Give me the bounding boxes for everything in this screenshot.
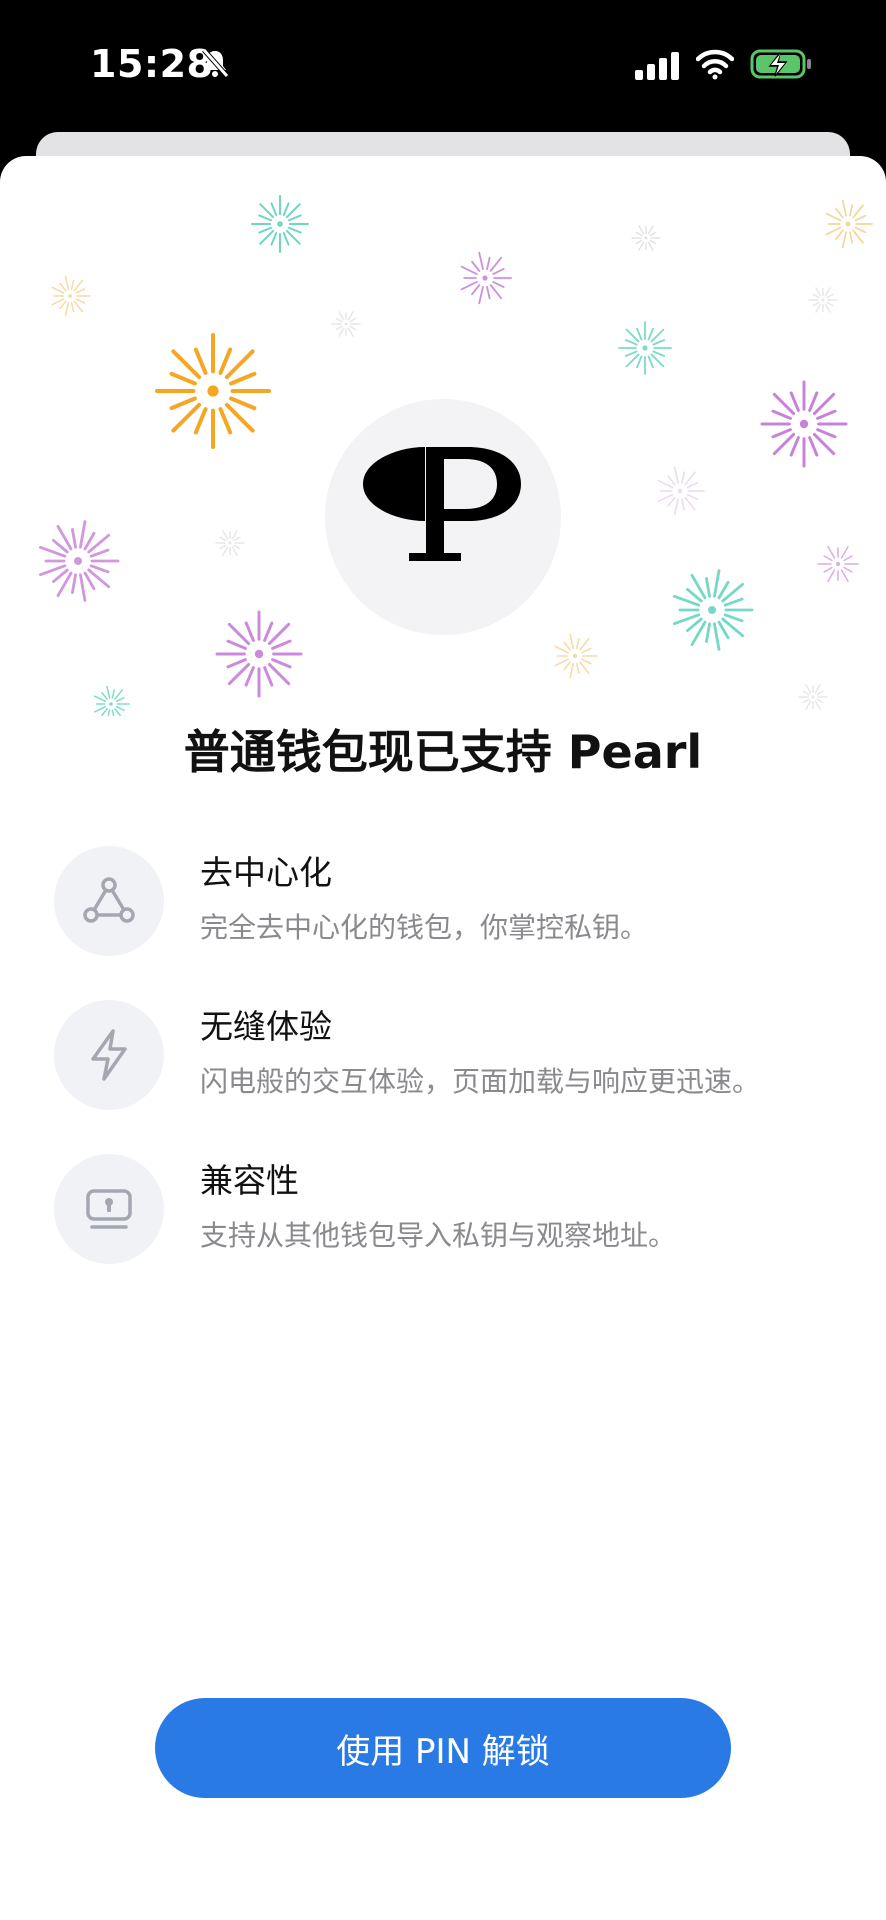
- lightning-icon: [54, 1000, 164, 1110]
- firework-burst: [460, 251, 512, 305]
- firework-burst: [38, 520, 120, 602]
- battery-charging-icon: [750, 49, 811, 79]
- pearl-logo: [325, 399, 561, 635]
- pearl-logo-icon: [363, 447, 521, 561]
- firework-burst: [672, 569, 754, 651]
- feature-description: 闪电般的交互体验，页面加载与响应更迅速。: [200, 1065, 761, 1098]
- firework-burst: [657, 466, 705, 516]
- status-bar: 15:28: [0, 0, 886, 130]
- feature-description: 完全去中心化的钱包，你掌控私钥。: [200, 911, 649, 944]
- feature-seamless: 无缝体验 闪电般的交互体验，页面加载与响应更迅速。: [54, 1000, 854, 1120]
- firework-burst: [155, 333, 271, 449]
- firework-burst: [215, 610, 303, 698]
- firework-burst: [94, 685, 130, 716]
- feature-compatibility: 兼容性 支持从其他钱包导入私钥与观察地址。: [54, 1154, 854, 1274]
- network-icon: [54, 846, 164, 956]
- firework-burst: [825, 199, 873, 249]
- firework-burst: [554, 633, 598, 679]
- firework-burst: [251, 195, 309, 253]
- firework-burst: [618, 321, 672, 375]
- cellular-signal-icon: [635, 52, 679, 80]
- firework-burst: [215, 530, 245, 556]
- feature-title: 去中心化: [200, 853, 332, 892]
- headline: 普通钱包现已支持 Pearl: [183, 725, 703, 779]
- status-time: 15:28: [90, 42, 214, 86]
- wifi-icon: [696, 49, 734, 80]
- unlock-with-pin-button[interactable]: 使用 PIN 解锁: [155, 1698, 731, 1798]
- firework-burst: [631, 225, 661, 251]
- bell-muted-icon: [202, 48, 229, 78]
- feature-description: 支持从其他钱包导入私钥与观察地址。: [200, 1219, 677, 1252]
- firework-burst: [817, 545, 859, 583]
- firework-burst: [331, 311, 361, 337]
- firework-burst: [798, 684, 828, 710]
- firework-burst: [808, 287, 838, 313]
- firework-burst: [760, 380, 848, 468]
- feature-title: 无缝体验: [200, 1007, 332, 1046]
- hardware-key-icon: [54, 1154, 164, 1264]
- announcement-sheet: 普通钱包现已支持 Pearl 去中心化 完全去中心化的钱包，你掌控私钥。 无缝体…: [0, 156, 886, 1920]
- feature-decentralized: 去中心化 完全去中心化的钱包，你掌控私钥。: [54, 846, 854, 966]
- feature-title: 兼容性: [200, 1161, 299, 1200]
- firework-burst: [51, 275, 91, 317]
